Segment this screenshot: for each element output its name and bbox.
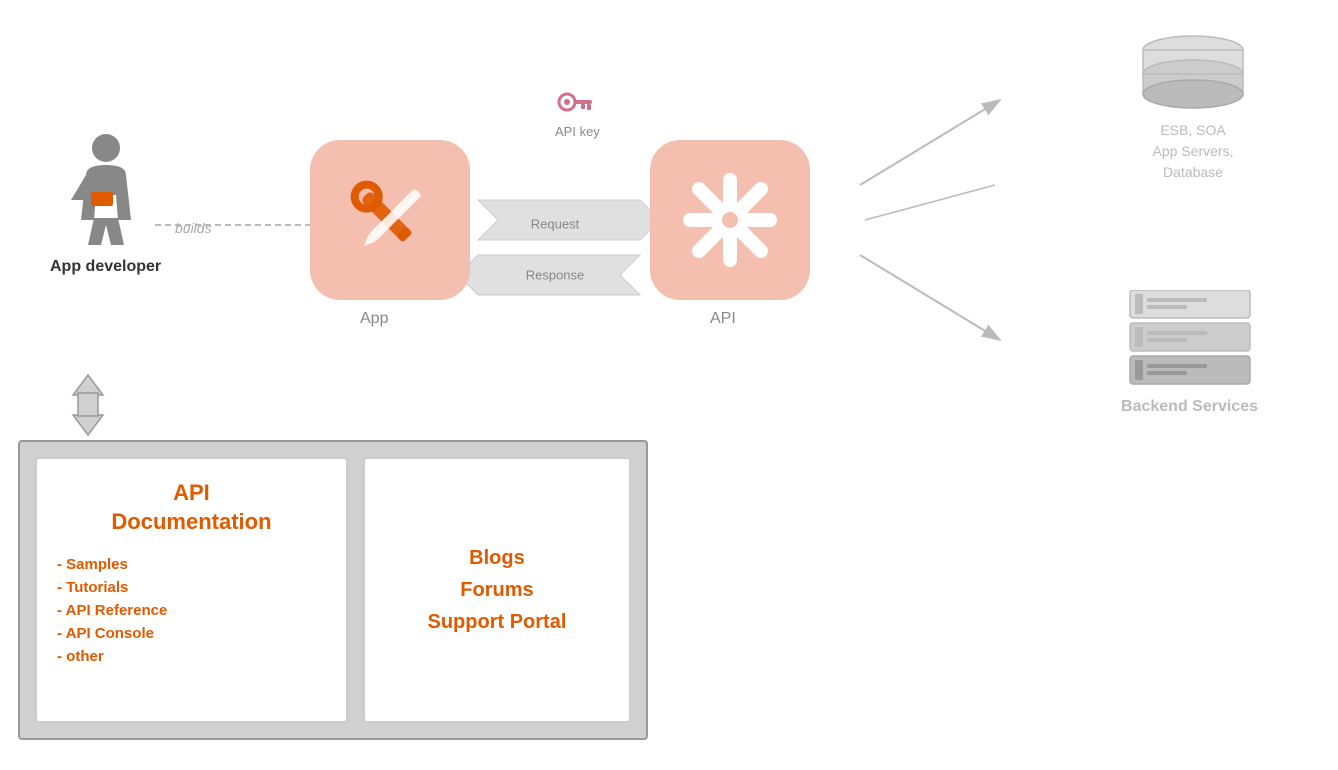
svg-text:Request: Request [531,216,580,231]
api-label: API [710,310,736,328]
doc-item-samples: - Samples [57,556,326,573]
bottom-section: API Documentation - Samples - Tutorials … [18,440,648,740]
api-cog-icon [675,165,785,275]
backend-services-label: Backend Services [1121,398,1258,416]
server-stack-icon [1125,290,1255,390]
community-box: Blogs Forums Support Portal [363,457,631,723]
wrench-pencil-icon [335,165,445,275]
api-key-label: API key [555,124,600,139]
doc-item-tutorials: - Tutorials [57,579,326,596]
api-key-area: API key [555,90,600,139]
community-box-title: Blogs Forums Support Portal [428,542,567,638]
builds-label: builds [175,220,212,236]
doc-box-items: - Samples - Tutorials - API Reference - … [57,556,326,665]
doc-item-api-console: - API Console [57,625,326,642]
person-icon [66,130,146,250]
app-box [310,140,470,300]
doc-item-other: - other [57,648,326,665]
svg-text:Response: Response [526,267,585,282]
database-icon [1128,30,1258,120]
doc-box-title: API Documentation [57,479,326,536]
backend-top: ESB, SOA App Servers, Database [1128,30,1258,183]
app-developer: App developer [50,130,161,276]
doc-item-api-reference: - API Reference [57,602,326,619]
doc-box: API Documentation - Samples - Tutorials … [35,457,348,723]
api-box [650,140,810,300]
api-key-icon [557,90,597,120]
backend-bottom: Backend Services [1121,290,1258,416]
app-label: App [360,310,388,328]
app-developer-label: App developer [50,258,161,276]
esb-soa-label: ESB, SOA App Servers, Database [1153,120,1234,183]
diagram-container: Request Response App dev [0,0,1338,770]
